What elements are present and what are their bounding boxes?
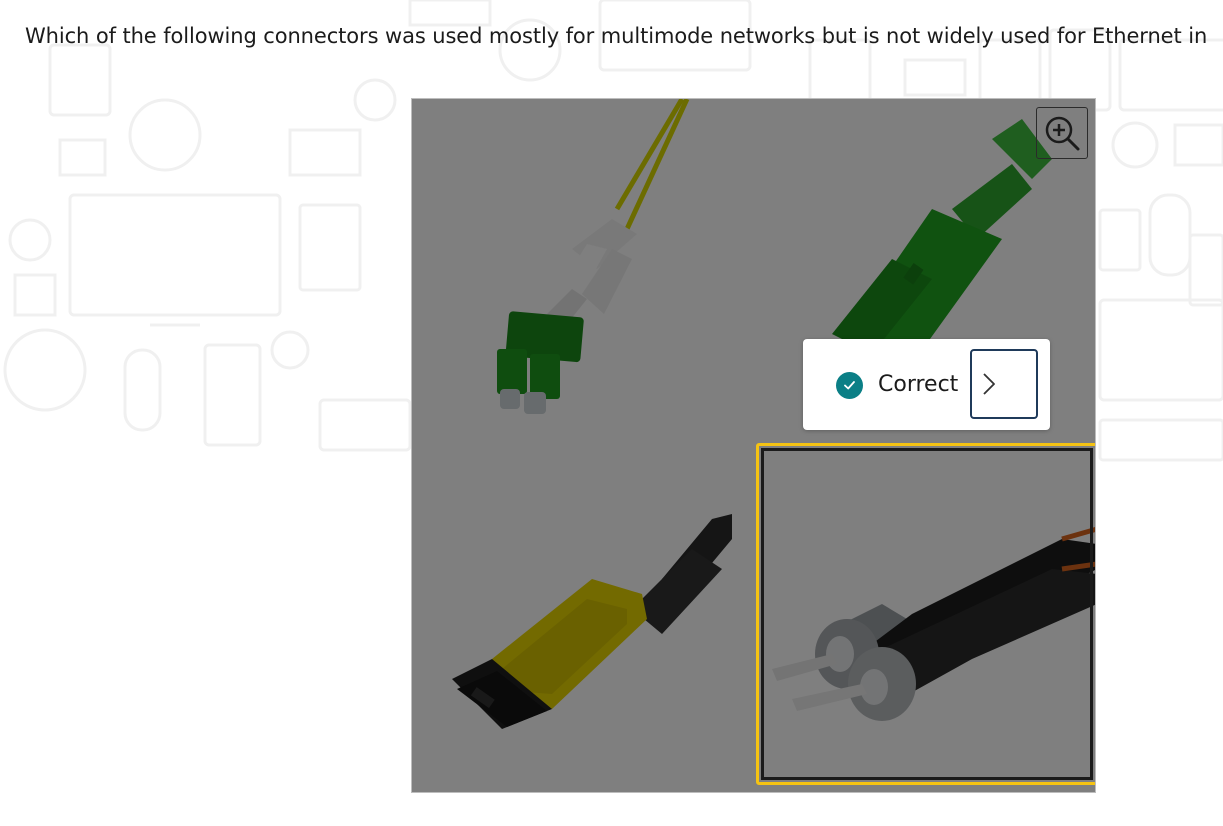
hotspot-image-area[interactable] (411, 98, 1096, 793)
selected-hotspot-frame[interactable] (756, 443, 1095, 785)
feedback-status-label: Correct (878, 372, 959, 397)
sc-connector-image[interactable] (832, 119, 1052, 364)
question-text: Which of the following connectors was us… (25, 24, 1208, 48)
quiz-page: Which of the following connectors was us… (0, 0, 1223, 826)
zoom-in-icon (1045, 116, 1080, 151)
mpo-connector-image[interactable] (452, 514, 732, 729)
selected-hotspot-inner-border (761, 448, 1093, 780)
next-button[interactable] (970, 349, 1038, 419)
check-circle-icon (836, 372, 863, 399)
zoom-in-button[interactable] (1036, 107, 1088, 159)
chevron-right-icon (983, 373, 995, 395)
feedback-popup: Correct (803, 339, 1050, 430)
lc-connector-image[interactable] (497, 99, 690, 414)
